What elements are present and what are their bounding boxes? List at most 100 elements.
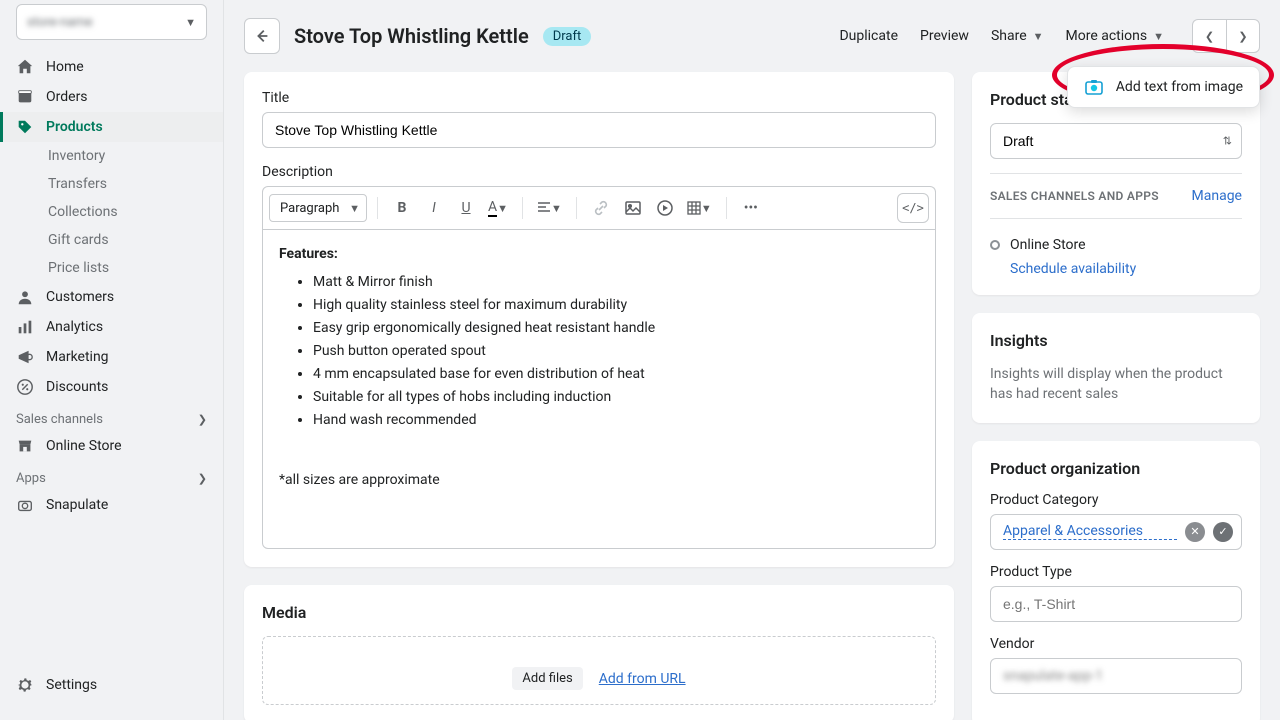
- description-editor[interactable]: Features: Matt & Mirror finish High qual…: [262, 229, 936, 549]
- chevron-right-icon: ❯: [198, 472, 207, 485]
- feature-item: Matt & Mirror finish: [313, 271, 919, 294]
- media-title: Media: [262, 603, 936, 622]
- video-button[interactable]: [651, 194, 679, 222]
- category-field[interactable]: Apparel & Accessories ✕ ✓: [990, 514, 1242, 550]
- chevron-down-icon: ▼: [1033, 30, 1044, 43]
- sidebar-item-online-store[interactable]: Online Store: [0, 431, 223, 461]
- italic-button[interactable]: I: [420, 194, 448, 222]
- clear-category-icon[interactable]: ✕: [1185, 522, 1205, 542]
- title-label: Title: [262, 90, 936, 106]
- more-formatting-button[interactable]: •••: [737, 194, 765, 222]
- sidebar-sub-gift-cards[interactable]: Gift cards: [48, 226, 223, 254]
- video-icon: [657, 200, 673, 216]
- channels-label: SALES CHANNELS AND APPS: [990, 189, 1159, 203]
- insights-card: Insights Insights will display when the …: [972, 313, 1260, 423]
- next-product-button[interactable]: ❯: [1226, 19, 1260, 53]
- status-select[interactable]: [990, 123, 1242, 159]
- title-description-card: Title Description Paragraph ▼ B I U A ▼: [244, 72, 954, 567]
- manage-channels-link[interactable]: Manage: [1192, 188, 1242, 204]
- camera-icon: [16, 496, 34, 514]
- confirm-category-icon[interactable]: ✓: [1213, 522, 1233, 542]
- channel-online-store: Online Store: [990, 233, 1242, 257]
- add-from-url-link[interactable]: Add from URL: [599, 671, 686, 687]
- product-type-input[interactable]: [990, 586, 1242, 622]
- sidebar-item-discounts[interactable]: Discounts: [0, 372, 223, 402]
- schedule-availability-link[interactable]: Schedule availability: [1010, 261, 1136, 277]
- sales-channels-heading[interactable]: Sales channels ❯: [0, 402, 223, 431]
- chevron-right-icon: ❯: [1238, 30, 1247, 43]
- title-input[interactable]: [262, 112, 936, 148]
- feature-item: Easy grip ergonomically designed heat re…: [313, 317, 919, 340]
- feature-item: Hand wash recommended: [313, 409, 919, 432]
- feature-item: 4 mm encapsulated base for even distribu…: [313, 363, 919, 386]
- vendor-input[interactable]: snapulate-app-1: [990, 658, 1242, 694]
- table-icon: [687, 201, 701, 215]
- duplicate-action[interactable]: Duplicate: [839, 28, 898, 44]
- discounts-icon: [16, 378, 34, 396]
- sidebar-item-analytics[interactable]: Analytics: [0, 312, 223, 342]
- link-icon: [593, 200, 609, 216]
- more-actions[interactable]: More actions▼: [1066, 28, 1164, 44]
- bold-button[interactable]: B: [388, 194, 416, 222]
- store-selector[interactable]: store-name ▼: [16, 4, 207, 40]
- table-button[interactable]: ▼: [683, 194, 716, 222]
- align-button[interactable]: ▼: [533, 194, 566, 222]
- html-code-button[interactable]: </>: [897, 193, 929, 223]
- sidebar-sub-transfers[interactable]: Transfers: [48, 170, 223, 198]
- media-dropzone[interactable]: Add files Add from URL: [262, 636, 936, 705]
- sidebar-sub-inventory[interactable]: Inventory: [48, 142, 223, 170]
- sidebar-sub-collections[interactable]: Collections: [48, 198, 223, 226]
- sidebar-sub-price-lists[interactable]: Price lists: [48, 254, 223, 282]
- popover-label: Add text from image: [1116, 79, 1243, 95]
- underline-button[interactable]: U: [452, 194, 480, 222]
- description-label: Description: [262, 164, 936, 180]
- status-badge: Draft: [543, 27, 592, 46]
- chevron-down-icon: ▼: [701, 202, 712, 215]
- category-value[interactable]: Apparel & Accessories: [1003, 523, 1177, 540]
- back-button[interactable]: [244, 18, 280, 54]
- status-circle-icon: [990, 240, 1000, 250]
- features-heading: Features:: [279, 244, 919, 265]
- share-action[interactable]: Share▼: [991, 28, 1044, 44]
- features-list: Matt & Mirror finish High quality stainl…: [279, 271, 919, 432]
- sidebar: store-name ▼ Home Orders Products Invent…: [0, 0, 224, 720]
- sidebar-item-home[interactable]: Home: [0, 52, 223, 82]
- rte-toolbar: Paragraph ▼ B I U A ▼ ▼: [262, 186, 936, 229]
- vendor-label: Vendor: [990, 636, 1242, 652]
- page-title: Stove Top Whistling Kettle: [294, 24, 529, 48]
- sidebar-item-settings[interactable]: Settings: [0, 670, 223, 700]
- text-color-button[interactable]: A ▼: [484, 194, 512, 222]
- align-icon: [537, 201, 551, 215]
- paragraph-select[interactable]: Paragraph ▼: [269, 194, 367, 222]
- chevron-down-icon: ▼: [497, 202, 508, 215]
- organization-card: Product organization Product Category Ap…: [972, 441, 1260, 720]
- insights-title: Insights: [990, 331, 1242, 350]
- add-files-button[interactable]: Add files: [512, 667, 582, 690]
- category-label: Product Category: [990, 492, 1242, 508]
- customers-icon: [16, 288, 34, 306]
- chevron-down-icon: ▼: [349, 202, 360, 215]
- nav-label: Online Store: [46, 438, 122, 454]
- arrow-left-icon: [253, 27, 271, 45]
- footnote: *all sizes are approximate: [279, 470, 919, 491]
- nav-label: Analytics: [46, 319, 103, 335]
- sidebar-item-orders[interactable]: Orders: [0, 82, 223, 112]
- prev-product-button[interactable]: ❮: [1192, 19, 1226, 53]
- ellipsis-icon: •••: [744, 200, 758, 216]
- feature-item: Push button operated spout: [313, 340, 919, 363]
- apps-heading[interactable]: Apps ❯: [0, 461, 223, 490]
- nav-label: Snapulate: [46, 497, 108, 513]
- add-text-from-image-popover[interactable]: Add text from image: [1067, 66, 1260, 108]
- analytics-icon: [16, 318, 34, 336]
- sidebar-item-products[interactable]: Products: [0, 112, 223, 142]
- media-card: Media Add files Add from URL: [244, 585, 954, 720]
- sidebar-item-customers[interactable]: Customers: [0, 282, 223, 312]
- link-button[interactable]: [587, 194, 615, 222]
- products-icon: [16, 118, 34, 136]
- nav-label: Home: [46, 59, 84, 75]
- image-button[interactable]: [619, 194, 647, 222]
- feature-item: Suitable for all types of hobs including…: [313, 386, 919, 409]
- preview-action[interactable]: Preview: [920, 28, 969, 44]
- sidebar-item-marketing[interactable]: Marketing: [0, 342, 223, 372]
- sidebar-app-snapulate[interactable]: Snapulate: [0, 490, 223, 520]
